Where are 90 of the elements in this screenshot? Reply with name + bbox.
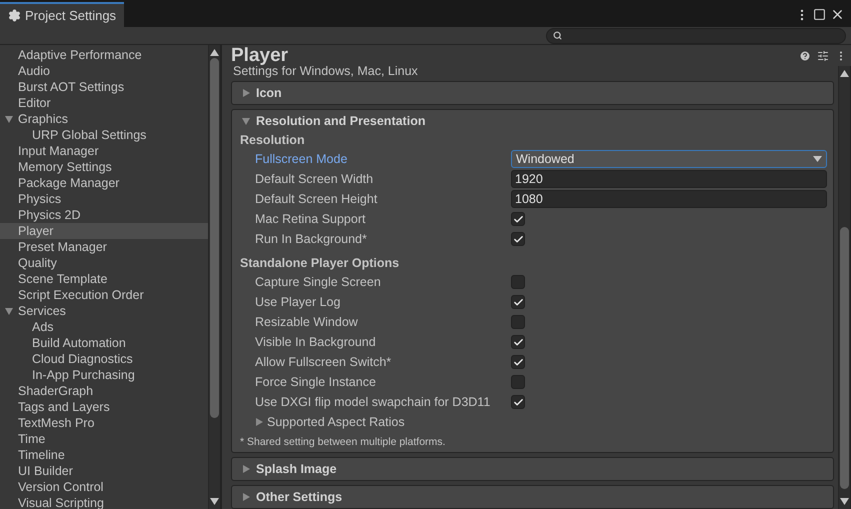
foldout[interactable]: Supported Aspect Ratios bbox=[240, 415, 511, 429]
field-label: Fullscreen Mode bbox=[254, 152, 348, 166]
scroll-up-icon[interactable] bbox=[840, 70, 849, 77]
sidebar-item[interactable]: In-App Purchasing bbox=[0, 367, 208, 383]
sidebar-item[interactable]: Physics 2D bbox=[0, 207, 208, 223]
expanded-arrow-icon[interactable] bbox=[242, 117, 250, 125]
checkbox[interactable] bbox=[511, 275, 525, 289]
caret-icon bbox=[813, 156, 822, 162]
field-label: Mac Retina Support bbox=[254, 212, 366, 226]
field-label: Default Screen Width bbox=[254, 172, 374, 186]
check-icon bbox=[512, 234, 524, 244]
check-icon bbox=[512, 396, 524, 408]
number-field[interactable]: 1080 bbox=[511, 190, 827, 208]
scroll-down-icon[interactable] bbox=[210, 498, 219, 505]
sidebar-item[interactable]: TextMesh Pro bbox=[0, 415, 208, 431]
platform-caption: Settings for Windows, Mac, Linux bbox=[233, 66, 419, 77]
sidebar-item[interactable]: ShaderGraph bbox=[0, 383, 208, 399]
check-icon bbox=[512, 336, 524, 348]
sidebar-item[interactable]: Package Manager bbox=[0, 175, 208, 191]
sidebar-item[interactable]: Tags and Layers bbox=[0, 399, 208, 415]
scrollbar[interactable] bbox=[838, 66, 851, 509]
field-label: Default Screen Height bbox=[254, 192, 378, 206]
sidebar-item[interactable]: Adaptive Performance bbox=[0, 47, 208, 63]
checkbox[interactable] bbox=[511, 395, 525, 409]
field-label: Use Player Log bbox=[254, 295, 342, 309]
section-header[interactable]: Other Settings bbox=[232, 486, 833, 508]
section-header[interactable]: Splash Image bbox=[232, 458, 833, 480]
check-icon bbox=[512, 214, 524, 224]
sidebar-item[interactable]: Memory Settings bbox=[0, 159, 208, 175]
sidebar-item[interactable]: Ads bbox=[0, 319, 208, 335]
field-label: Allow Fullscreen Switch* bbox=[254, 355, 392, 369]
field-label: Force Single Instance bbox=[254, 375, 377, 389]
sidebar-item[interactable]: URP Global Settings bbox=[0, 127, 208, 143]
sidebar-item[interactable]: Audio bbox=[0, 63, 208, 79]
search-icon bbox=[553, 31, 562, 40]
sidebar-item[interactable]: Player bbox=[0, 223, 208, 239]
settings-icon bbox=[8, 9, 21, 22]
inspector-title: Player bbox=[231, 44, 290, 66]
group-title: Standalone Player Options bbox=[240, 255, 400, 272]
checkbox[interactable] bbox=[511, 375, 525, 389]
maximize-icon[interactable] bbox=[813, 8, 826, 21]
sidebar-item[interactable]: Graphics bbox=[0, 111, 208, 127]
field-label: Resizable Window bbox=[254, 315, 359, 329]
dropdown[interactable]: Windowed bbox=[511, 150, 827, 168]
sidebar-item[interactable]: UI Builder bbox=[0, 463, 208, 479]
checkbox[interactable] bbox=[511, 355, 525, 369]
sidebar-item[interactable]: Preset Manager bbox=[0, 239, 208, 255]
sidebar-item[interactable]: Editor bbox=[0, 95, 208, 111]
footnote: * Shared setting between multiple platforms. bbox=[240, 436, 446, 448]
help-icon[interactable] bbox=[799, 50, 811, 62]
checkbox[interactable] bbox=[511, 232, 525, 246]
scrollbar[interactable] bbox=[208, 45, 221, 509]
search-field[interactable] bbox=[546, 28, 846, 44]
close-icon[interactable] bbox=[830, 7, 845, 22]
field-label: Visible In Background bbox=[254, 335, 377, 349]
sidebar-item[interactable]: Services bbox=[0, 303, 208, 319]
check-icon bbox=[512, 356, 524, 368]
collapsed-arrow-icon bbox=[255, 418, 263, 426]
scroll-up-icon[interactable] bbox=[210, 49, 219, 56]
checkbox[interactable] bbox=[511, 295, 525, 309]
expanded-arrow-icon[interactable] bbox=[5, 115, 13, 123]
sidebar-item[interactable]: Burst AOT Settings bbox=[0, 79, 208, 95]
group-title: Resolution bbox=[240, 132, 306, 149]
sidebar-item[interactable]: Version Control bbox=[0, 479, 208, 495]
checkbox[interactable] bbox=[511, 315, 525, 329]
expanded-arrow-icon[interactable] bbox=[5, 307, 13, 315]
sliders-icon[interactable] bbox=[817, 50, 829, 62]
sidebar-item[interactable]: Script Execution Order bbox=[0, 287, 208, 303]
sidebar-item[interactable]: Time bbox=[0, 431, 208, 447]
sidebar-item[interactable]: Physics bbox=[0, 191, 208, 207]
scroll-down-icon[interactable] bbox=[840, 498, 849, 505]
sidebar-item[interactable]: Quality bbox=[0, 255, 208, 271]
sidebar-item[interactable]: Timeline bbox=[0, 447, 208, 463]
check-icon bbox=[512, 296, 524, 308]
collapsed-arrow-icon[interactable] bbox=[242, 465, 250, 473]
sidebar-item[interactable]: Cloud Diagnostics bbox=[0, 351, 208, 367]
section-header[interactable]: Icon bbox=[232, 82, 833, 104]
field-label: Capture Single Screen bbox=[254, 275, 382, 289]
collapsed-arrow-icon[interactable] bbox=[242, 493, 250, 501]
sidebar-item[interactable]: Scene Template bbox=[0, 271, 208, 287]
window-tab[interactable]: Project Settings bbox=[0, 2, 124, 27]
field-label: Use DXGI flip model swapchain for D3D11 bbox=[254, 395, 492, 409]
sidebar-item[interactable]: Build Automation bbox=[0, 335, 208, 351]
number-field[interactable]: 1920 bbox=[511, 170, 827, 188]
sidebar-item[interactable]: Input Manager bbox=[0, 143, 208, 159]
field-label: Run In Background* bbox=[254, 232, 368, 246]
checkbox[interactable] bbox=[511, 212, 525, 226]
collapsed-arrow-icon[interactable] bbox=[242, 89, 250, 97]
checkbox[interactable] bbox=[511, 335, 525, 349]
section-header[interactable]: Resolution and Presentation bbox=[232, 110, 833, 132]
